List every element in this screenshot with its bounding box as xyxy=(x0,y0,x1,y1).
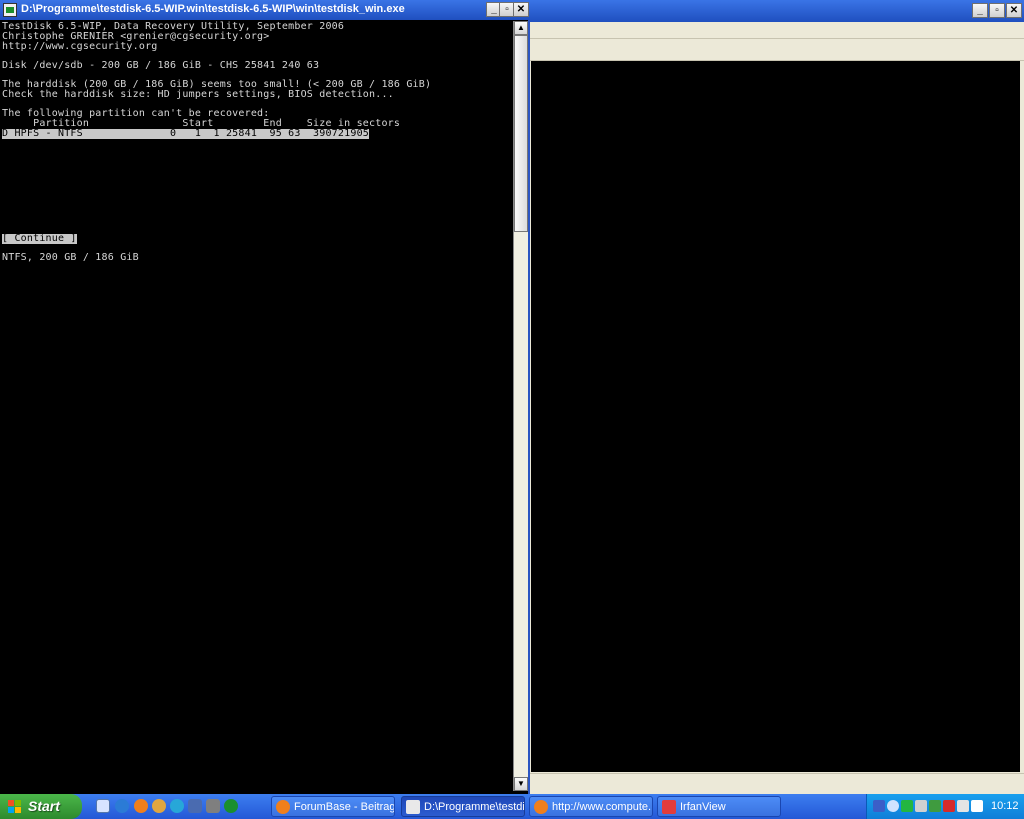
system-tray: 10:12 xyxy=(866,794,1024,819)
clock[interactable]: 10:12 xyxy=(991,800,1019,812)
network-icon[interactable] xyxy=(873,800,885,812)
taskbar-item-label: D:\Programme\testdi... xyxy=(424,801,525,813)
image-canvas[interactable] xyxy=(531,61,1020,772)
console-line-disk: Disk /dev/sdb - 200 GB / 186 GiB - CHS 2… xyxy=(2,60,320,71)
taskbar: Start ForumBase - Beitrag ... D:\Program… xyxy=(0,794,1024,819)
taskbar-item-testdisk[interactable]: D:\Programme\testdi... xyxy=(401,796,525,817)
irfanview-toolbar xyxy=(530,39,1024,61)
start-button[interactable]: Start xyxy=(0,794,82,819)
help-icon[interactable] xyxy=(887,800,899,812)
show-desktop-icon[interactable] xyxy=(96,799,110,813)
firefox-icon xyxy=(534,800,548,814)
scroll-up-button[interactable]: ▲ xyxy=(514,21,528,35)
console-line-check-size: Check the harddisk size: HD jumpers sett… xyxy=(2,89,394,100)
taskbar-item-label: ForumBase - Beitrag ... xyxy=(294,801,395,813)
speaker-icon[interactable] xyxy=(957,800,969,812)
battery-icon[interactable] xyxy=(929,800,941,812)
partition-row[interactable]: D HPFS - NTFS 0 1 1 25841 95 63 39072190… xyxy=(2,129,370,139)
console-window-icon[interactable] xyxy=(3,3,17,17)
console-line-url: http://www.cgsecurity.org xyxy=(2,41,158,52)
firefox-icon[interactable] xyxy=(134,799,148,813)
continue-button[interactable]: [ Continue ] xyxy=(2,234,77,244)
console-titlebar[interactable]: D:\Programme\testdisk-6.5-WIP.win\testdi… xyxy=(0,0,530,20)
console-line-partition-info: NTFS, 200 GB / 186 GiB xyxy=(2,252,139,263)
irfanview-window: _ ▫ ✕ xyxy=(530,0,1024,795)
firefox-icon xyxy=(276,800,290,814)
taskbar-item-label: http://www.compute... xyxy=(552,801,653,813)
irfanview-titlebar[interactable]: _ ▫ ✕ xyxy=(530,0,1024,22)
taskbar-item-computer-url[interactable]: http://www.compute... xyxy=(529,796,653,817)
device-icon[interactable] xyxy=(915,800,927,812)
start-label: Start xyxy=(28,798,60,814)
browser-icon[interactable] xyxy=(152,799,166,813)
utility-icon[interactable] xyxy=(206,799,220,813)
app-icon[interactable] xyxy=(224,799,238,813)
ati-icon[interactable] xyxy=(943,800,955,812)
minimize-button[interactable]: _ xyxy=(972,3,988,18)
media-player-icon[interactable] xyxy=(170,799,184,813)
windows-logo-icon xyxy=(8,800,21,813)
scroll-thumb[interactable] xyxy=(514,35,528,232)
scroll-down-button[interactable]: ▼ xyxy=(514,777,528,791)
irfanview-statusbar xyxy=(530,773,1024,795)
console-window: D:\Programme\testdisk-6.5-WIP.win\testdi… xyxy=(0,0,530,794)
close-button[interactable]: ✕ xyxy=(513,2,529,17)
console-output: TestDisk 6.5-WIP, Data Recovery Utility,… xyxy=(0,21,512,791)
taskbar-item-forumbase[interactable]: ForumBase - Beitrag ... xyxy=(271,796,395,817)
connection-icon[interactable] xyxy=(971,800,983,812)
console-scrollbar[interactable]: ▲ ▼ xyxy=(513,21,528,791)
close-button[interactable]: ✕ xyxy=(1006,3,1022,18)
internet-explorer-icon[interactable] xyxy=(115,799,129,813)
irfanview-icon xyxy=(662,800,676,814)
taskbar-item-label: IrfanView xyxy=(680,801,726,813)
console-window-title: D:\Programme\testdisk-6.5-WIP.win\testdi… xyxy=(21,3,405,15)
irfanview-menubar xyxy=(530,22,1024,39)
maximize-button[interactable]: ▫ xyxy=(989,3,1005,18)
taskbar-item-irfanview[interactable]: IrfanView xyxy=(657,796,781,817)
monitor-icon[interactable] xyxy=(188,799,202,813)
security-icon[interactable] xyxy=(901,800,913,812)
console-icon xyxy=(406,800,420,814)
